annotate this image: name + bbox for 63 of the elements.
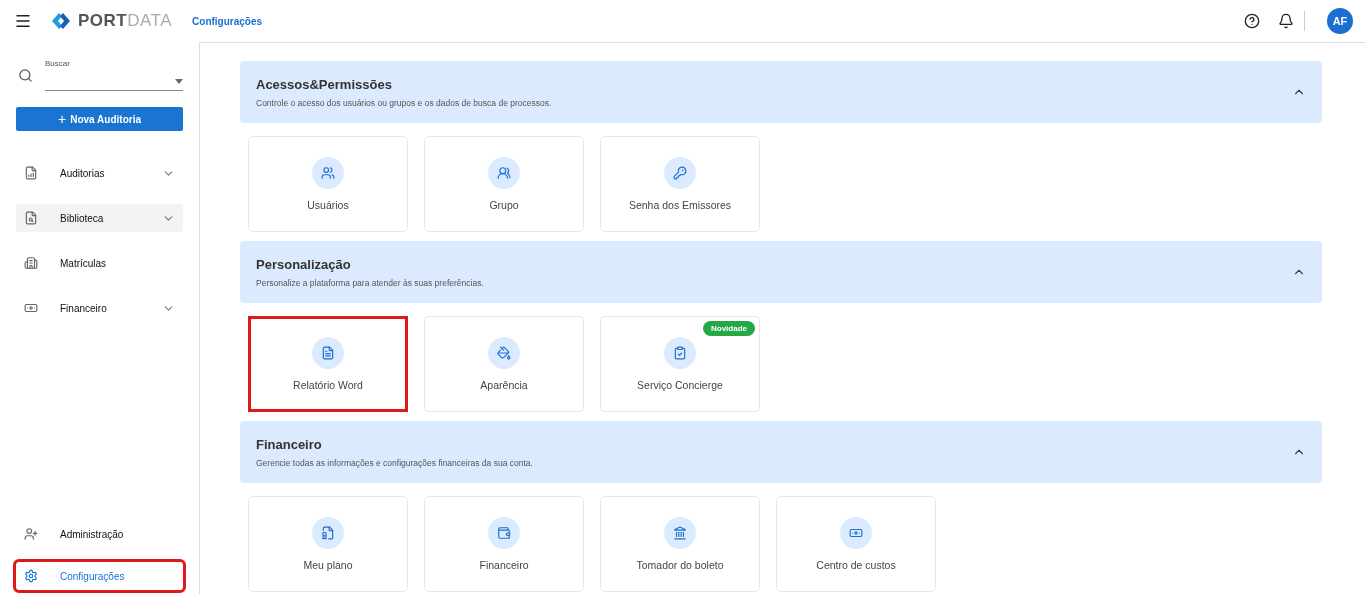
card-label: Senha dos Emissores xyxy=(628,199,732,211)
paint-bucket-icon xyxy=(488,337,520,369)
settings-card[interactable]: Financeiro xyxy=(424,496,584,592)
sidebar-item[interactable]: Auditorias xyxy=(16,159,183,187)
sidebar-item[interactable]: Biblioteca xyxy=(16,204,183,232)
section-description: Controle o acesso dos usuários ou grupos e os dados de busca de processos. xyxy=(256,97,553,108)
banknote-icon xyxy=(840,517,872,549)
search-icon xyxy=(18,68,33,83)
sidebar-item[interactable]: Financeiro xyxy=(16,294,183,322)
card-label: Usuários xyxy=(307,199,349,211)
key-icon xyxy=(664,157,696,189)
document-search-icon xyxy=(24,211,38,225)
settings-card[interactable]: Grupo xyxy=(424,136,584,232)
users-icon xyxy=(312,157,344,189)
document-chart-icon xyxy=(24,166,38,180)
sidebar-item[interactable]: Matrículas xyxy=(16,249,183,277)
sidebar-item[interactable]: Configurações xyxy=(16,562,183,590)
card-label: Grupo xyxy=(489,199,519,211)
section-title: Financeiro xyxy=(256,436,323,452)
settings-card[interactable]: Centro de custos xyxy=(776,496,936,592)
section-description: Personalize a plataforma para atender às suas preferências. xyxy=(256,277,485,288)
logo-text: PORTDATA xyxy=(78,11,173,31)
banknote-icon xyxy=(24,301,38,315)
bank-icon xyxy=(664,517,696,549)
user-avatar[interactable]: AF xyxy=(1327,8,1353,34)
settings-card[interactable]: Senha dos Emissores xyxy=(600,136,760,232)
wallet-icon xyxy=(488,517,520,549)
section-header[interactable]: Personalização Personalize a plataforma para atender às suas preferências. xyxy=(240,241,1322,303)
document-badge-icon xyxy=(312,517,344,549)
settings-card[interactable]: Tomador do boleto xyxy=(600,496,760,592)
settings-card[interactable]: Usuários xyxy=(248,136,408,232)
section-header[interactable]: Acessos&Permissões Controle o acesso dos usuários ou grupos e os dados de busca de processos. xyxy=(240,61,1322,123)
section-title: Personalização xyxy=(256,256,352,272)
section-description: Gerencie todas as informações e configurações financeiras da sua conta. xyxy=(256,457,534,468)
card-label: Aparência xyxy=(480,379,528,391)
new-badge: Novidade xyxy=(703,321,755,336)
user-plus-icon xyxy=(24,527,38,541)
clipboard-check-icon xyxy=(664,337,696,369)
document-icon xyxy=(312,337,344,369)
caret-icon xyxy=(175,79,183,84)
help-icon[interactable] xyxy=(1244,13,1260,29)
settings-card[interactable]: Novidade Serviço Concierge xyxy=(600,316,760,412)
card-label: Financeiro xyxy=(479,559,529,571)
menu-button[interactable] xyxy=(14,12,32,30)
building-icon xyxy=(24,256,38,270)
card-label: Tomador do boleto xyxy=(636,559,724,571)
card-label: Meu plano xyxy=(303,559,353,571)
group-icon xyxy=(488,157,520,189)
settings-card[interactable]: Aparência xyxy=(424,316,584,412)
card-label: Relatório Word xyxy=(293,379,363,391)
settings-icon xyxy=(24,569,38,583)
new-audit-button[interactable]: + Nova Auditoria xyxy=(16,107,183,131)
search-field[interactable]: Buscar xyxy=(45,53,183,91)
breadcrumb: Configurações xyxy=(192,15,263,27)
section-header[interactable]: Financeiro Gerencie todas as informações e configurações financeiras da sua conta. xyxy=(240,421,1322,483)
settings-card[interactable]: Relatório Word xyxy=(248,316,408,412)
bell-icon[interactable] xyxy=(1278,13,1294,29)
sidebar-item[interactable]: Administração xyxy=(16,520,183,548)
card-label: Centro de custos xyxy=(816,559,896,571)
logo-icon xyxy=(50,11,72,31)
card-label: Serviço Concierge xyxy=(637,379,723,391)
section-title: Acessos&Permissões xyxy=(256,76,393,92)
settings-card[interactable]: Meu plano xyxy=(248,496,408,592)
